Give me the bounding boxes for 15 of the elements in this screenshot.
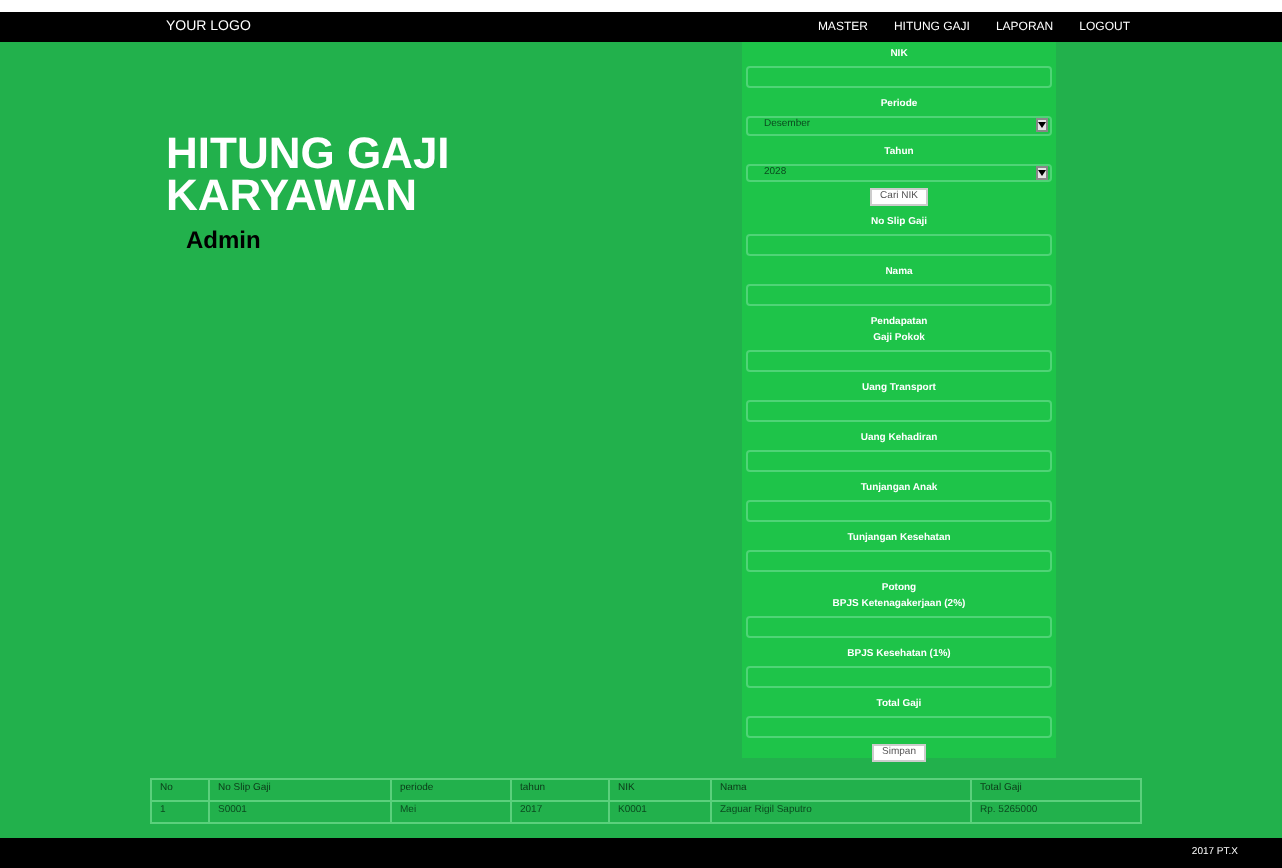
input-field[interactable] xyxy=(746,716,1052,738)
input-field[interactable] xyxy=(746,66,1052,88)
input-field[interactable] xyxy=(746,500,1052,522)
input-field[interactable] xyxy=(746,400,1052,422)
dropdown-arrow-icon[interactable] xyxy=(1036,118,1048,133)
input-field[interactable] xyxy=(746,450,1052,472)
dropdown-arrow-icon[interactable] xyxy=(1036,165,1048,180)
input-field[interactable] xyxy=(746,284,1052,306)
input-field[interactable] xyxy=(746,550,1052,572)
user-role: Admin xyxy=(186,224,263,258)
input-field[interactable] xyxy=(746,666,1052,688)
input-field[interactable] xyxy=(746,350,1052,372)
input-field[interactable] xyxy=(746,616,1052,638)
page-title: HITUNG GAJI KARYAWAN xyxy=(166,132,452,216)
input-field[interactable] xyxy=(746,234,1052,256)
